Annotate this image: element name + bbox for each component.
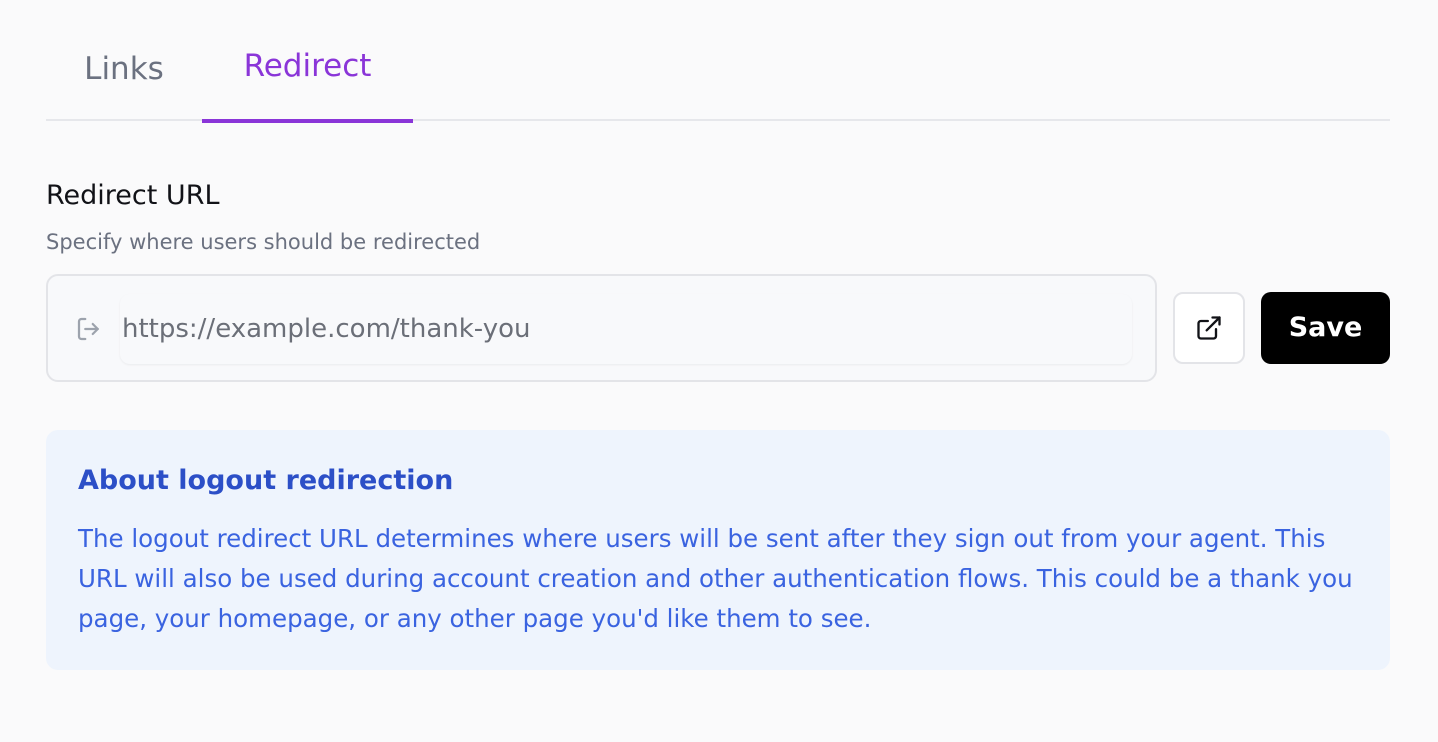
save-button[interactable]: Save <box>1261 292 1390 364</box>
tab-links-label: Links <box>84 51 164 87</box>
open-url-button[interactable] <box>1173 292 1245 364</box>
tab-links[interactable]: Links <box>46 0 202 121</box>
tab-bar: Links Redirect <box>46 0 1390 123</box>
tab-redirect[interactable]: Redirect <box>202 0 413 123</box>
active-tab-indicator <box>202 119 413 123</box>
redirect-url-input[interactable] <box>120 294 1132 364</box>
sign-out-icon <box>74 314 104 344</box>
external-link-icon <box>1197 316 1221 340</box>
redirect-settings-page: Links Redirect Redirect URL Specify wher… <box>0 0 1438 742</box>
redirect-url-title: Redirect URL <box>46 180 220 211</box>
redirect-url-description: Specify where users should be redirected <box>46 230 481 254</box>
info-body: The logout redirect URL determines where… <box>78 524 1353 633</box>
redirect-url-field <box>46 274 1157 382</box>
info-callout: About logout redirection The logout redi… <box>46 430 1390 670</box>
info-title: About logout redirection <box>78 465 454 496</box>
tab-redirect-label: Redirect <box>243 48 372 84</box>
